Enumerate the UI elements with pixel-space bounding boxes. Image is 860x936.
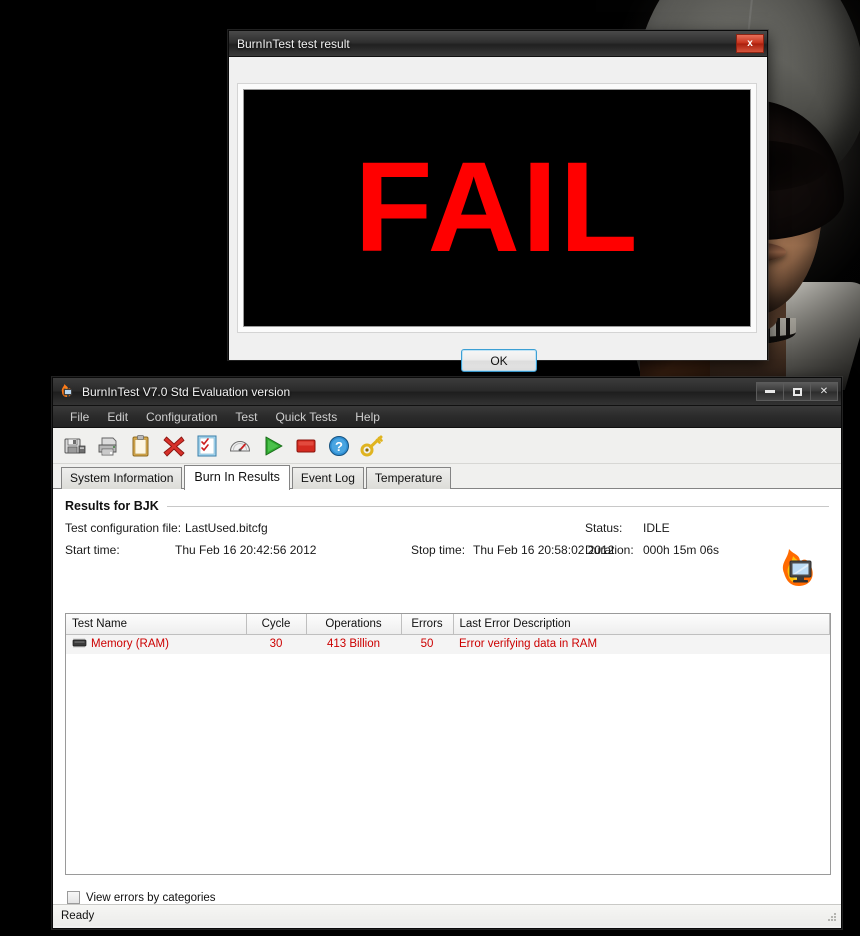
- column-header-cycle[interactable]: Cycle: [246, 614, 307, 635]
- tab-event-log[interactable]: Event Log: [291, 467, 364, 489]
- print-icon[interactable]: [96, 434, 120, 458]
- table-row[interactable]: Memory (RAM) 30 413 Billion 50 Error ver…: [66, 634, 830, 654]
- burn-in-results-panel: Results for BJK Test configuration file:…: [53, 489, 841, 926]
- dialog-close-button[interactable]: x: [736, 34, 764, 53]
- checklist-icon[interactable]: [195, 434, 219, 458]
- stop-time-label: Stop time:: [411, 543, 466, 557]
- cell-test-name: Memory (RAM): [66, 634, 246, 654]
- delete-x-icon[interactable]: [162, 434, 186, 458]
- dialog-body: FAIL OK: [229, 57, 767, 372]
- result-panel: FAIL: [243, 89, 751, 327]
- dialog-title: BurnInTest test result: [237, 36, 350, 51]
- start-time-label: Start time:: [65, 543, 120, 557]
- results-table-container[interactable]: Test Name Cycle Operations Errors Last E…: [65, 613, 831, 875]
- burning-monitor-icon: [775, 543, 823, 591]
- help-icon[interactable]: ?: [327, 434, 351, 458]
- key-icon[interactable]: [360, 434, 384, 458]
- main-title-bar[interactable]: BurnInTest V7.0 Std Evaluation version ✕: [53, 378, 841, 406]
- column-header-errors[interactable]: Errors: [401, 614, 454, 635]
- table-header-row: Test Name Cycle Operations Errors Last E…: [66, 614, 830, 635]
- tab-strip: System Information Burn In Results Event…: [53, 464, 841, 490]
- play-icon[interactable]: [261, 434, 285, 458]
- desktop-background: BurnInTest test result x FAIL OK BurnInT…: [0, 0, 860, 936]
- gauge-icon[interactable]: [228, 434, 252, 458]
- status-bar: Ready: [53, 904, 841, 926]
- menu-test[interactable]: Test: [226, 408, 266, 426]
- view-errors-by-categories-row[interactable]: View errors by categories: [67, 891, 216, 904]
- cell-operations: 413 Billion: [306, 634, 401, 654]
- results-table: Test Name Cycle Operations Errors Last E…: [66, 614, 830, 654]
- ram-chip-icon: [72, 638, 87, 648]
- status-value: IDLE: [643, 521, 670, 535]
- result-text: FAIL: [354, 136, 640, 279]
- tab-burn-in-results[interactable]: Burn In Results: [184, 465, 290, 490]
- cell-errors: 50: [401, 634, 453, 654]
- column-header-last-error[interactable]: Last Error Description: [453, 614, 830, 635]
- dialog-title-bar[interactable]: BurnInTest test result x: [229, 31, 767, 57]
- results-group-title: Results for BJK: [65, 499, 159, 513]
- burnintest-main-window: BurnInTest V7.0 Std Evaluation version ✕…: [52, 377, 842, 929]
- duration-label: Duration:: [585, 543, 634, 557]
- cell-last-error: Error verifying data in RAM: [453, 634, 830, 654]
- svg-text:?: ?: [335, 439, 343, 454]
- results-summary: Test configuration file: LastUsed.bitcfg…: [65, 521, 829, 591]
- resize-grip[interactable]: [826, 911, 838, 923]
- view-errors-label: View errors by categories: [86, 891, 216, 904]
- menu-file[interactable]: File: [61, 408, 98, 426]
- close-button[interactable]: ✕: [810, 382, 838, 401]
- minimize-button[interactable]: [756, 382, 784, 401]
- status-label: Status:: [585, 521, 623, 535]
- menu-configuration[interactable]: Configuration: [137, 408, 226, 426]
- config-file-value: LastUsed.bitcfg: [185, 521, 268, 535]
- main-window-buttons: ✕: [756, 382, 838, 401]
- duration-value: 000h 15m 06s: [643, 543, 720, 557]
- view-errors-checkbox[interactable]: [67, 891, 80, 904]
- tab-temperature[interactable]: Temperature: [365, 467, 452, 489]
- clipboard-icon[interactable]: [129, 434, 153, 458]
- start-time-value: Thu Feb 16 20:42:56 2012: [175, 543, 317, 557]
- dialog-window-buttons: x: [736, 34, 764, 53]
- burning-monitor-icon: [59, 383, 76, 400]
- config-file-label: Test configuration file:: [65, 521, 182, 535]
- cell-test-name-text: Memory (RAM): [91, 638, 169, 651]
- maximize-button[interactable]: [783, 382, 811, 401]
- status-bar-text: Ready: [61, 909, 95, 922]
- save-icon[interactable]: [63, 434, 87, 458]
- toolbar: ?: [53, 428, 841, 464]
- cell-cycle: 30: [246, 634, 306, 654]
- stop-icon[interactable]: [294, 434, 318, 458]
- column-header-test-name[interactable]: Test Name: [66, 614, 247, 635]
- main-title: BurnInTest V7.0 Std Evaluation version: [82, 384, 291, 399]
- ok-button[interactable]: OK: [461, 349, 537, 372]
- menu-quick-tests[interactable]: Quick Tests: [266, 408, 346, 426]
- menu-help[interactable]: Help: [346, 408, 389, 426]
- menu-edit[interactable]: Edit: [98, 408, 137, 426]
- test-result-dialog: BurnInTest test result x FAIL OK: [228, 30, 768, 372]
- menu-bar: File Edit Configuration Test Quick Tests…: [53, 406, 841, 428]
- column-header-operations[interactable]: Operations: [306, 614, 402, 635]
- tab-system-information[interactable]: System Information: [61, 467, 183, 489]
- group-divider: [166, 505, 829, 507]
- results-group-header: Results for BJK: [65, 499, 829, 513]
